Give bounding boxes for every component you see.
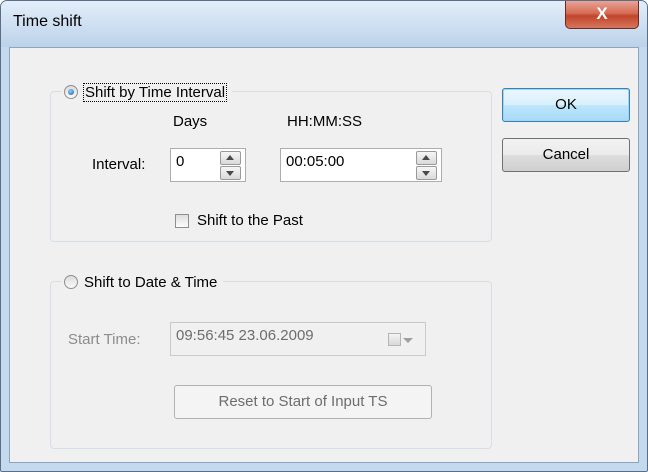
days-spinner[interactable] bbox=[220, 151, 241, 180]
interval-label: Interval: bbox=[92, 156, 146, 173]
spin-down-icon bbox=[422, 171, 430, 176]
days-header: Days bbox=[173, 113, 208, 130]
start-time-value: 09:56:45 23.06.2009 bbox=[176, 327, 314, 344]
dialog-client-area: Shift by Time Interval Days HH:MM:SS Int… bbox=[9, 47, 639, 463]
shift-to-past-checkbox[interactable] bbox=[175, 214, 189, 228]
time-shift-dialog: Time shift X Shift by Time Interval Days… bbox=[0, 0, 648, 472]
reset-start-label: Reset to Start of Input TS bbox=[218, 393, 388, 410]
dropdown-arrow-icon[interactable] bbox=[403, 338, 413, 343]
shift-datetime-label[interactable]: Shift to Date & Time bbox=[84, 274, 217, 291]
title-bar: Time shift X bbox=[1, 1, 647, 47]
ok-button[interactable]: OK bbox=[502, 88, 630, 122]
reset-start-button[interactable]: Reset to Start of Input TS bbox=[174, 385, 432, 419]
shift-to-past-label[interactable]: Shift to the Past bbox=[197, 212, 303, 229]
spin-up-icon bbox=[422, 155, 430, 160]
start-time-label: Start Time: bbox=[68, 331, 141, 348]
days-spin-down-button[interactable] bbox=[220, 166, 241, 180]
shift-interval-radio[interactable] bbox=[64, 85, 78, 99]
hms-spinner[interactable] bbox=[416, 151, 437, 180]
close-button[interactable]: X bbox=[565, 1, 639, 29]
ok-label: OK bbox=[555, 96, 577, 113]
close-icon: X bbox=[596, 4, 608, 23]
days-value: 0 bbox=[176, 153, 185, 170]
shift-datetime-group bbox=[50, 281, 492, 449]
hms-value: 00:05:00 bbox=[286, 153, 345, 170]
window-title: Time shift bbox=[13, 13, 82, 30]
days-spin-up-button[interactable] bbox=[220, 151, 241, 165]
hms-spin-down-button[interactable] bbox=[416, 166, 437, 180]
cancel-label: Cancel bbox=[542, 146, 590, 163]
hms-spin-up-button[interactable] bbox=[416, 151, 437, 165]
spin-up-icon bbox=[226, 155, 234, 160]
shift-datetime-legend[interactable]: Shift to Date & Time bbox=[62, 271, 224, 293]
spin-down-icon bbox=[226, 171, 234, 176]
cancel-button[interactable]: Cancel bbox=[502, 138, 630, 172]
shift-interval-label[interactable]: Shift by Time Interval bbox=[82, 82, 228, 102]
calendar-icon[interactable] bbox=[388, 333, 401, 346]
shift-interval-legend[interactable]: Shift by Time Interval bbox=[62, 81, 233, 103]
hms-header: HH:MM:SS bbox=[287, 113, 362, 130]
shift-datetime-radio[interactable] bbox=[64, 275, 78, 289]
